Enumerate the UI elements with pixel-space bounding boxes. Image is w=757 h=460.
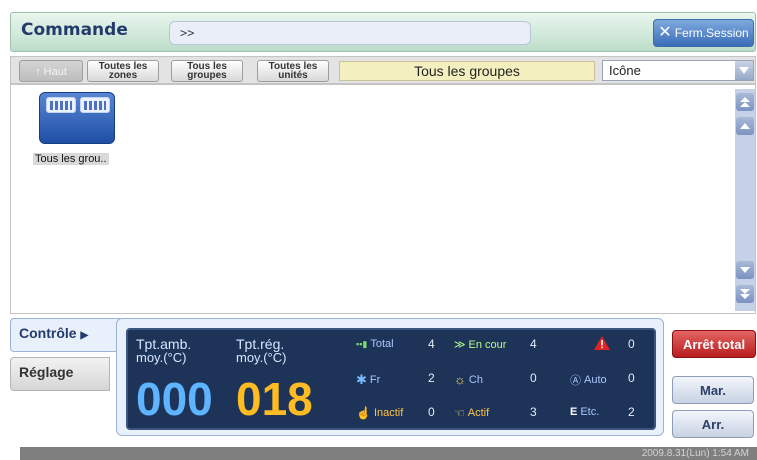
sun-icon: ☼ bbox=[454, 372, 466, 387]
setpoint-temp-unit: moy.(°C) bbox=[236, 350, 287, 365]
scrollbar[interactable] bbox=[735, 89, 755, 311]
auto-mode-icon: Ⓐ bbox=[570, 375, 581, 387]
up-label: Haut bbox=[43, 66, 67, 78]
etc-icon: E bbox=[570, 406, 578, 418]
datetime: 2009.8.31(Lun) 1:54 AM bbox=[641, 448, 749, 459]
stat-running-value: 4 bbox=[530, 337, 537, 351]
stat-cool: ✱ Fr bbox=[356, 372, 381, 387]
scroll-up-icon[interactable] bbox=[736, 117, 754, 135]
up-arrow-icon: ↑ bbox=[35, 66, 41, 78]
navigation-toolbar: ↑ Haut Toutes les zones Tous les groupes… bbox=[10, 56, 756, 84]
view-mode-value: Icône bbox=[609, 63, 641, 78]
up-button[interactable]: ↑ Haut bbox=[19, 60, 83, 82]
snowflake-icon: ✱ bbox=[356, 372, 367, 387]
power-on-button[interactable]: Mar. bbox=[672, 376, 754, 404]
header-bar: Commande >> ✕ Ferm.Session bbox=[10, 12, 756, 52]
status-panel: Tpt.amb. moy.(°C) Tpt.rég. moy.(°C) 000 … bbox=[126, 328, 656, 430]
unit-display-icon bbox=[80, 97, 110, 113]
tab-control[interactable]: Contrôle ▶ bbox=[10, 318, 120, 352]
stat-inactive: ☝ Inactif bbox=[356, 406, 404, 420]
group-tile[interactable]: Tous les grou.. bbox=[21, 89, 115, 167]
stop-all-button[interactable]: Arrêt total bbox=[672, 330, 756, 358]
stat-active: ☜ Actif bbox=[454, 406, 490, 420]
tab-settings-label: Réglage bbox=[19, 364, 74, 380]
stat-inactive-value: 0 bbox=[428, 405, 435, 419]
close-icon: ✕ bbox=[658, 24, 672, 41]
setpoint-temp-value: 018 bbox=[236, 373, 313, 425]
stat-cool-value: 2 bbox=[428, 371, 435, 385]
unit-display-icon bbox=[46, 97, 76, 113]
power-off-button[interactable]: Arr. bbox=[672, 410, 754, 438]
group-tile-label: Tous les grou.. bbox=[33, 153, 109, 165]
stat-etc: E Etc. bbox=[570, 406, 600, 418]
stat-auto-value: 0 bbox=[628, 371, 635, 385]
fan-icon: ≫ bbox=[454, 339, 466, 351]
stat-total: ▪▪▮ Total bbox=[356, 338, 394, 350]
bars-icon: ▪▪▮ bbox=[356, 338, 368, 349]
status-bar: 2009.8.31(Lun) 1:54 AM bbox=[20, 447, 757, 460]
stat-running: ≫ En cour bbox=[454, 338, 507, 352]
alarm-icon bbox=[594, 336, 610, 350]
logout-label: Ferm.Session bbox=[674, 26, 749, 40]
hand-icon: ☝ bbox=[356, 406, 371, 420]
stat-alarm-value: 0 bbox=[628, 337, 635, 351]
unit-stats: ▪▪▮ Total 4 ≫ En cour 4 0 ✱ Fr 2 ☼ Ch 0 … bbox=[356, 332, 654, 430]
group-list-area: Tous les grou.. bbox=[10, 84, 756, 314]
app-window: Commande >> ✕ Ferm.Session ↑ Haut Toutes… bbox=[0, 0, 757, 460]
hand-point-icon: ☜ bbox=[454, 406, 465, 420]
stat-active-value: 3 bbox=[530, 405, 537, 419]
page-title: Commande bbox=[21, 20, 128, 40]
group-icon bbox=[39, 92, 115, 144]
stat-total-value: 4 bbox=[428, 337, 435, 351]
current-group-label: Tous les groupes bbox=[339, 61, 595, 81]
all-units-button[interactable]: Toutes les unités bbox=[257, 60, 329, 82]
stat-etc-value: 2 bbox=[628, 405, 635, 419]
scroll-top-icon[interactable] bbox=[736, 93, 754, 111]
chevron-down-icon[interactable] bbox=[735, 61, 753, 80]
stat-auto: Ⓐ Auto bbox=[570, 374, 607, 387]
control-panel-area: Contrôle ▶ Réglage Tpt.amb. moy.(°C) Tpt… bbox=[10, 318, 756, 438]
stat-heat: ☼ Ch bbox=[454, 372, 483, 387]
view-mode-select[interactable]: Icône bbox=[602, 60, 754, 81]
caret-right-icon: ▶ bbox=[80, 330, 89, 341]
scroll-bottom-icon[interactable] bbox=[736, 285, 754, 303]
logout-button[interactable]: ✕ Ferm.Session bbox=[653, 19, 754, 47]
tab-settings[interactable]: Réglage bbox=[10, 357, 110, 391]
all-groups-button[interactable]: Tous les groupes bbox=[171, 60, 243, 82]
scroll-down-icon[interactable] bbox=[736, 261, 754, 279]
tab-control-label: Contrôle bbox=[19, 325, 77, 341]
all-zones-button[interactable]: Toutes les zones bbox=[87, 60, 159, 82]
ambient-temp-value: 000 bbox=[136, 373, 213, 425]
ambient-temp-unit: moy.(°C) bbox=[136, 350, 187, 365]
stat-heat-value: 0 bbox=[530, 371, 537, 385]
breadcrumb[interactable]: >> bbox=[169, 21, 531, 45]
